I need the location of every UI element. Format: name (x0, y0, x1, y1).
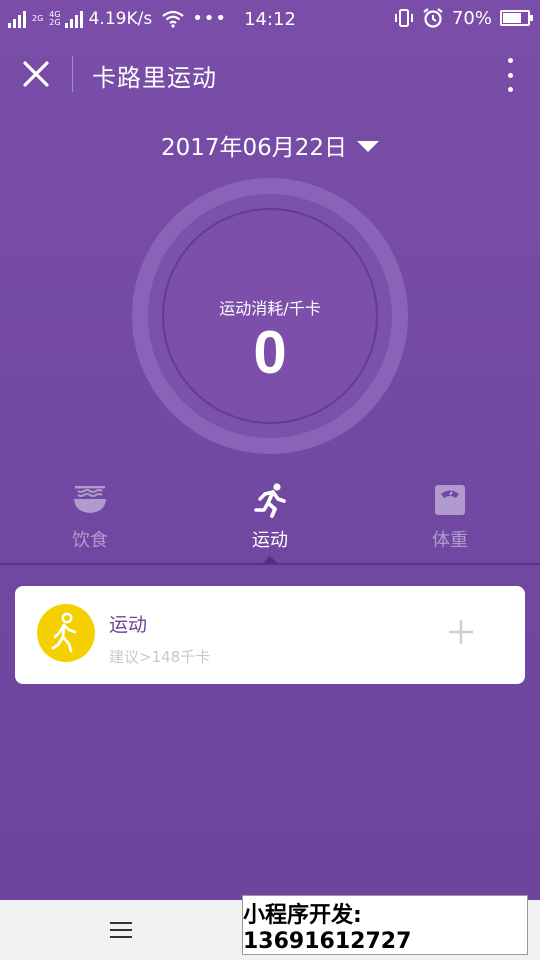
walking-icon (51, 612, 77, 653)
date-selector[interactable]: 2017年06月22日 (0, 128, 540, 162)
nav-bar: 卡路里运动 (0, 40, 540, 108)
more-options-button[interactable] (506, 58, 514, 92)
tab-weight[interactable]: 体重 (360, 478, 540, 552)
dot-icon (507, 58, 513, 63)
status-bar: 2G 4G 2G 4.19K/s ••• 14:12 70% (0, 0, 540, 38)
ring-value: 0 (253, 319, 287, 386)
card-title: 运动 (109, 614, 148, 636)
close-icon[interactable] (20, 58, 52, 90)
ring-label: 运动消耗/千卡 (219, 299, 321, 318)
active-tab-pointer (262, 556, 278, 564)
menu-icon[interactable] (110, 922, 132, 938)
calorie-ring: 运动消耗/千卡 0 (132, 178, 408, 454)
date-text: 2017年06月22日 (160, 135, 348, 161)
dot-icon (507, 87, 513, 92)
page-title: 卡路里运动 (92, 64, 217, 92)
card-subtitle: 建议>148千卡 (109, 648, 211, 666)
promo-banner: 小程序开发: 13691612727 (242, 895, 528, 955)
tab-label: 体重 (432, 530, 468, 551)
scale-icon (435, 485, 465, 515)
caret-down-icon (357, 141, 380, 152)
add-icon[interactable] (447, 618, 475, 646)
tab-label: 饮食 (72, 530, 108, 551)
tab-label: 运动 (252, 530, 288, 551)
battery-fill (503, 13, 522, 23)
battery-icon (500, 10, 533, 26)
bowl-icon (74, 486, 106, 513)
tab-diet[interactable]: 饮食 (0, 478, 180, 552)
exercise-avatar (37, 604, 95, 662)
exercise-card[interactable]: 运动 建议>148千卡 (15, 586, 525, 684)
calorie-ring-inner: 运动消耗/千卡 0 (162, 208, 378, 424)
status-right: 70% (394, 7, 533, 29)
vibrate-icon (394, 9, 413, 27)
dot-icon (507, 72, 513, 78)
alarm-icon (423, 8, 443, 28)
running-icon (254, 483, 286, 518)
tab-exercise[interactable]: 运动 (180, 478, 360, 552)
battery-percent: 70% (451, 7, 492, 29)
category-tabs: 饮食 运动 体重 (0, 478, 540, 568)
app-screen: 2G 4G 2G 4.19K/s ••• 14:12 70% 卡路里运动 201… (0, 0, 540, 960)
nav-divider (72, 56, 73, 92)
